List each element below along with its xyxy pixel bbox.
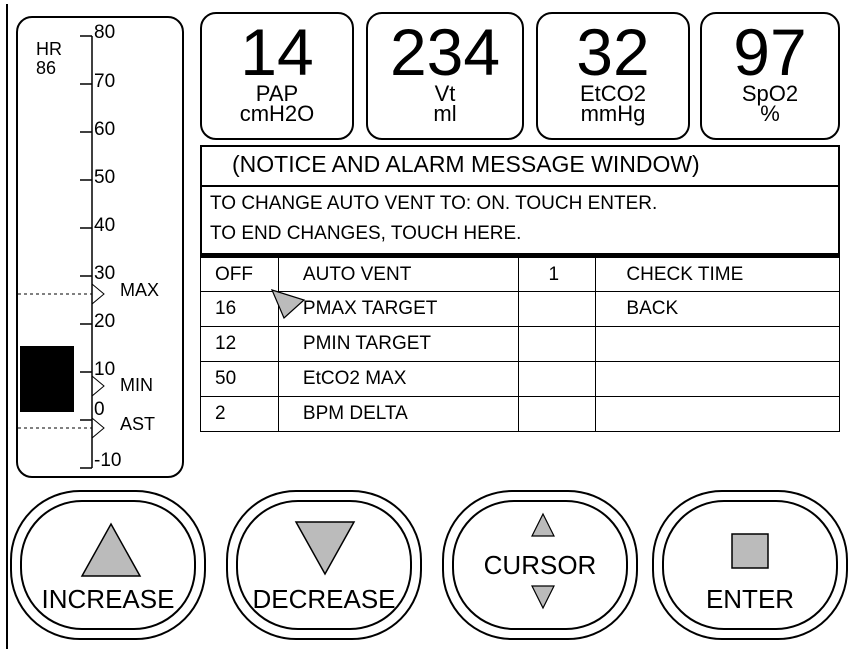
scale-label: 60 <box>94 119 116 140</box>
square-icon <box>731 533 769 569</box>
empty-cell <box>517 396 597 432</box>
back-option[interactable]: BACK <box>595 291 840 327</box>
empty-cell <box>517 291 597 327</box>
message-window: (NOTICE AND ALARM MESSAGE WINDOW) TO CHA… <box>200 145 840 255</box>
vt-value: 234 <box>389 15 501 89</box>
pointer-arrow-icon <box>270 289 306 320</box>
spo2-value: 97 <box>733 15 807 89</box>
decrease-button[interactable]: DECREASE <box>226 490 422 640</box>
scale-label: 70 <box>94 71 116 92</box>
enter-label: ENTER <box>705 584 795 614</box>
scale-label: 30 <box>94 263 116 284</box>
scale-label: 80 <box>94 22 116 43</box>
pap-readout: 14 PAP cmH2O <box>200 12 354 140</box>
table-row[interactable]: 50 EtCO2 MAX <box>200 361 840 397</box>
empty-cell <box>595 361 840 397</box>
auto-vent-value[interactable]: OFF <box>200 255 279 292</box>
check-time-label[interactable]: CHECK TIME <box>595 255 840 292</box>
table-row[interactable]: OFF AUTO VENT 1 CHECK TIME <box>200 255 840 292</box>
increase-button[interactable]: INCREASE <box>10 490 206 640</box>
scale-label: -10 <box>94 450 122 471</box>
scale-label: 50 <box>94 167 116 188</box>
min-label: MIN <box>120 375 153 395</box>
empty-cell <box>517 361 597 397</box>
up-triangle-icon <box>80 522 142 577</box>
auto-vent-label[interactable]: AUTO VENT <box>277 255 519 292</box>
settings-table: OFF AUTO VENT 1 CHECK TIME 16 PMAX TARGE… <box>200 255 840 432</box>
enter-button[interactable]: ENTER <box>652 490 848 640</box>
decrease-label: DECREASE <box>252 584 396 614</box>
vt-readout: 234 Vt ml <box>366 12 524 140</box>
empty-cell <box>595 326 840 362</box>
hr-label: HR <box>36 39 62 59</box>
etco2-value: 32 <box>576 15 650 89</box>
pmax-target-label[interactable]: PMAX TARGET <box>277 291 519 327</box>
scale-label: 10 <box>94 359 116 380</box>
table-row[interactable]: 2 BPM DELTA <box>200 396 840 432</box>
ast-label: AST <box>120 414 156 434</box>
message-divider <box>202 185 838 187</box>
down-small-triangle-icon <box>531 585 555 610</box>
ast-marker-icon <box>91 416 105 440</box>
pressure-bar-gauge: HR 86 80 70 60 50 40 30 20 10 0 -10 MAX … <box>16 16 184 478</box>
message-line-enter[interactable]: TO CHANGE AUTO VENT TO: ON. TOUCH ENTER. <box>210 193 657 215</box>
spo2-unit: % <box>760 101 780 126</box>
pmax-target-value[interactable]: 16 <box>200 291 279 327</box>
cursor-label: CURSOR <box>483 550 597 580</box>
scale-label: 40 <box>94 215 116 236</box>
pap-unit: cmH2O <box>239 101 315 126</box>
etco2-readout: 32 EtCO2 mmHg <box>536 12 690 140</box>
etco2-max-label[interactable]: EtCO2 MAX <box>277 361 519 397</box>
bpm-delta-label[interactable]: BPM DELTA <box>277 396 519 432</box>
empty-cell <box>517 326 597 362</box>
hr-value: 86 <box>36 58 57 78</box>
pmin-target-value[interactable]: 12 <box>200 326 279 362</box>
pressure-bar <box>20 346 74 412</box>
vt-unit: ml <box>433 101 457 126</box>
table-row[interactable]: 12 PMIN TARGET <box>200 326 840 362</box>
bpm-delta-value[interactable]: 2 <box>200 396 279 432</box>
empty-cell <box>595 396 840 432</box>
message-window-title: (NOTICE AND ALARM MESSAGE WINDOW) <box>232 151 700 177</box>
increase-label: INCREASE <box>41 584 175 614</box>
max-label: MAX <box>120 280 160 300</box>
up-small-triangle-icon <box>531 512 555 537</box>
check-time-value[interactable]: 1 <box>517 255 597 292</box>
max-marker-icon <box>91 282 105 306</box>
pap-value: 14 <box>240 15 314 89</box>
spo2-readout: 97 SpO2 % <box>700 12 840 140</box>
hr-readout: HR 86 <box>36 40 62 78</box>
scale-label: 20 <box>94 311 116 332</box>
scale-label: 0 <box>94 399 105 420</box>
pmin-target-label[interactable]: PMIN TARGET <box>277 326 519 362</box>
etco2-unit: mmHg <box>580 101 646 126</box>
message-line-end-changes[interactable]: TO END CHANGES, TOUCH HERE. <box>210 223 521 245</box>
etco2-max-value[interactable]: 50 <box>200 361 279 397</box>
down-triangle-icon <box>294 521 356 576</box>
cursor-button[interactable]: CURSOR <box>442 490 638 640</box>
